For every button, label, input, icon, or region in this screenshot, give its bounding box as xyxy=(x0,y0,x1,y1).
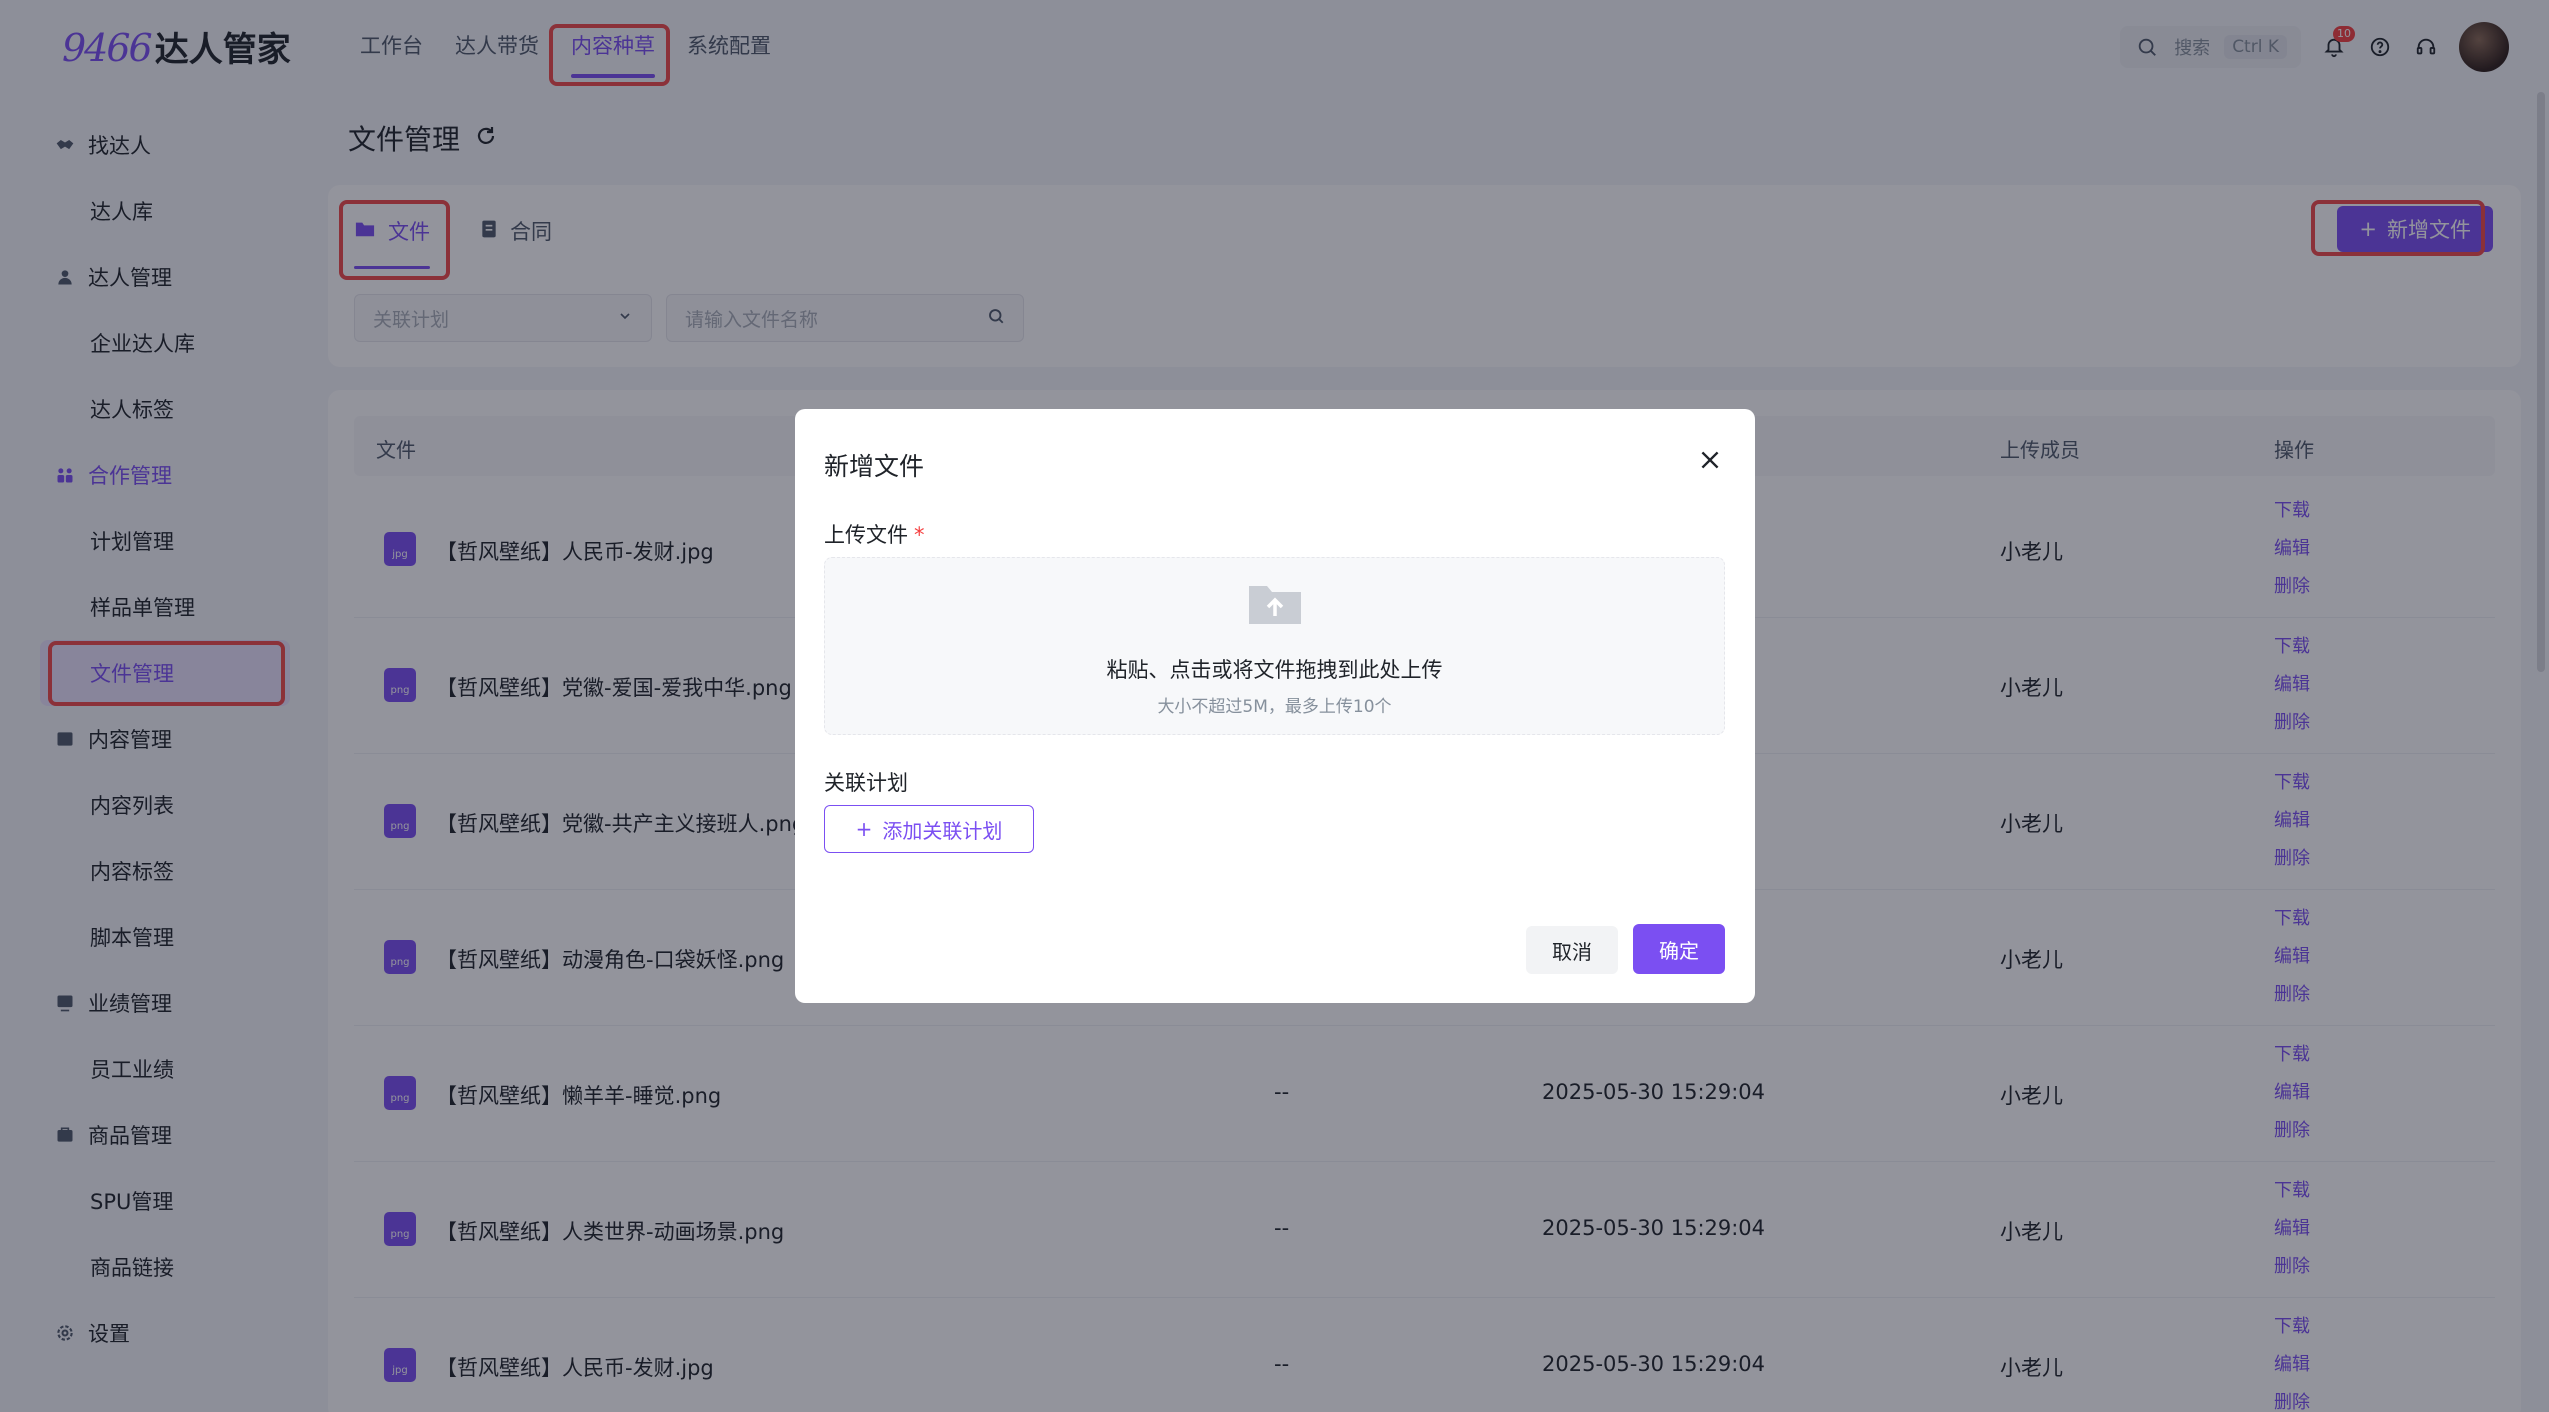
confirm-button[interactable]: 确定 xyxy=(1633,924,1725,974)
upload-label-text: 上传文件 xyxy=(824,523,908,547)
required-mark: * xyxy=(914,523,925,547)
cancel-button[interactable]: 取消 xyxy=(1526,926,1618,974)
upload-label: 上传文件 * xyxy=(824,519,925,549)
plus-icon: + xyxy=(855,817,873,841)
add-file-modal: 新增文件 上传文件 * 粘贴、点击或将文件拖拽到此处上传 大小不超过5M，最多上传… xyxy=(795,409,1755,1003)
close-icon[interactable] xyxy=(1697,447,1723,473)
dropzone-hint: 大小不超过5M，最多上传10个 xyxy=(1157,697,1392,717)
upload-dropzone[interactable]: 粘贴、点击或将文件拖拽到此处上传 大小不超过5M，最多上传10个 xyxy=(824,557,1725,735)
dropzone-main-text: 粘贴、点击或将文件拖拽到此处上传 xyxy=(1106,658,1443,682)
plan-label: 关联计划 xyxy=(824,771,908,795)
upload-folder-icon xyxy=(1247,580,1303,630)
add-plan-button[interactable]: + 添加关联计划 xyxy=(824,805,1034,853)
modal-title: 新增文件 xyxy=(824,452,925,481)
add-plan-label: 添加关联计划 xyxy=(882,818,1003,843)
